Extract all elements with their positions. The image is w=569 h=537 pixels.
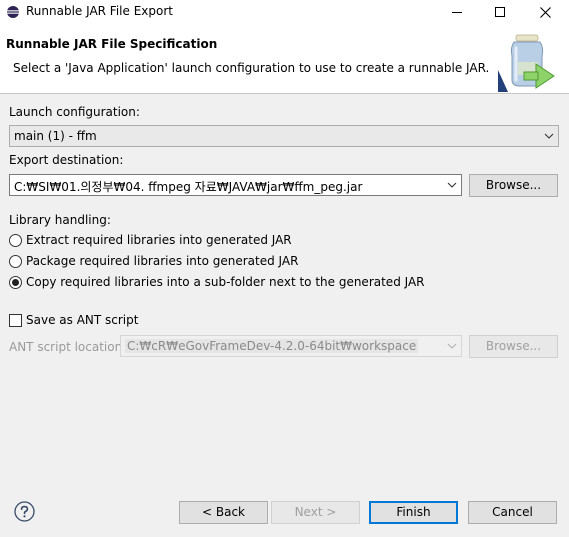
ant-location-label: ANT script location: (9, 340, 127, 354)
radio-button[interactable] (9, 254, 22, 268)
back-button[interactable]: < Back (179, 501, 268, 524)
chevron-down-icon (447, 343, 457, 349)
page-title: Runnable JAR File Specification (6, 37, 218, 51)
launch-config-value: main (1) - ffm (14, 129, 97, 143)
ant-location-value: C:₩cR₩eGovFrameDev-4.2.0-64bit₩workspace (125, 339, 419, 353)
cancel-button[interactable]: Cancel (468, 501, 557, 524)
window-title: Runnable JAR File Export (26, 4, 173, 18)
page-description: Select a 'Java Application' launch confi… (13, 61, 490, 75)
launch-config-select[interactable]: main (1) - ffm (9, 125, 559, 147)
close-button[interactable] (523, 0, 567, 24)
save-ant-script-label: Save as ANT script (26, 313, 139, 327)
title-bar: Runnable JAR File Export (0, 0, 569, 24)
radio-button[interactable] (9, 233, 22, 247)
ant-location-input[interactable]: C:₩cR₩eGovFrameDev-4.2.0-64bit₩workspace (120, 335, 462, 357)
library-option-label: Extract required libraries into generate… (26, 233, 292, 247)
export-browse-button[interactable]: Browse... (469, 174, 558, 197)
library-option-package[interactable]: Package required libraries into generate… (9, 254, 298, 268)
library-option-copy[interactable]: Copy required libraries into a sub-folde… (9, 275, 425, 289)
chevron-down-icon (544, 133, 554, 139)
jar-export-icon (498, 34, 555, 92)
library-option-label: Copy required libraries into a sub-folde… (26, 275, 425, 289)
radio-button[interactable] (9, 275, 22, 289)
library-handling-label: Library handling: (9, 213, 111, 227)
minimize-button[interactable] (435, 0, 479, 24)
next-button[interactable]: Next > (271, 501, 360, 524)
save-ant-script-row[interactable]: Save as ANT script (9, 313, 138, 327)
finish-button[interactable]: Finish (369, 501, 458, 524)
export-dialog: Runnable JAR File Export Runnable JAR Fi… (0, 0, 569, 537)
chevron-down-icon (447, 182, 457, 188)
help-icon[interactable] (14, 501, 35, 522)
export-destination-input[interactable]: C:₩SI₩01.의정부₩04. ffmpeg 자료₩JAVA₩jar₩ffm_… (9, 174, 462, 196)
library-option-extract[interactable]: Extract required libraries into generate… (9, 233, 292, 247)
eclipse-icon (7, 6, 19, 18)
launch-config-label: Launch configuration: (9, 105, 140, 119)
header-banner: Runnable JAR File Specification Select a… (0, 24, 569, 94)
export-destination-label: Export destination: (9, 153, 124, 167)
library-option-label: Package required libraries into generate… (26, 254, 299, 268)
save-ant-script-checkbox[interactable] (9, 313, 22, 327)
maximize-icon (495, 7, 505, 17)
maximize-button[interactable] (478, 0, 522, 24)
export-destination-value: C:₩SI₩01.의정부₩04. ffmpeg 자료₩JAVA₩jar₩ffm_… (14, 180, 363, 194)
close-icon (539, 6, 551, 18)
minimize-icon (452, 12, 462, 13)
ant-browse-button[interactable]: Browse... (469, 335, 558, 358)
